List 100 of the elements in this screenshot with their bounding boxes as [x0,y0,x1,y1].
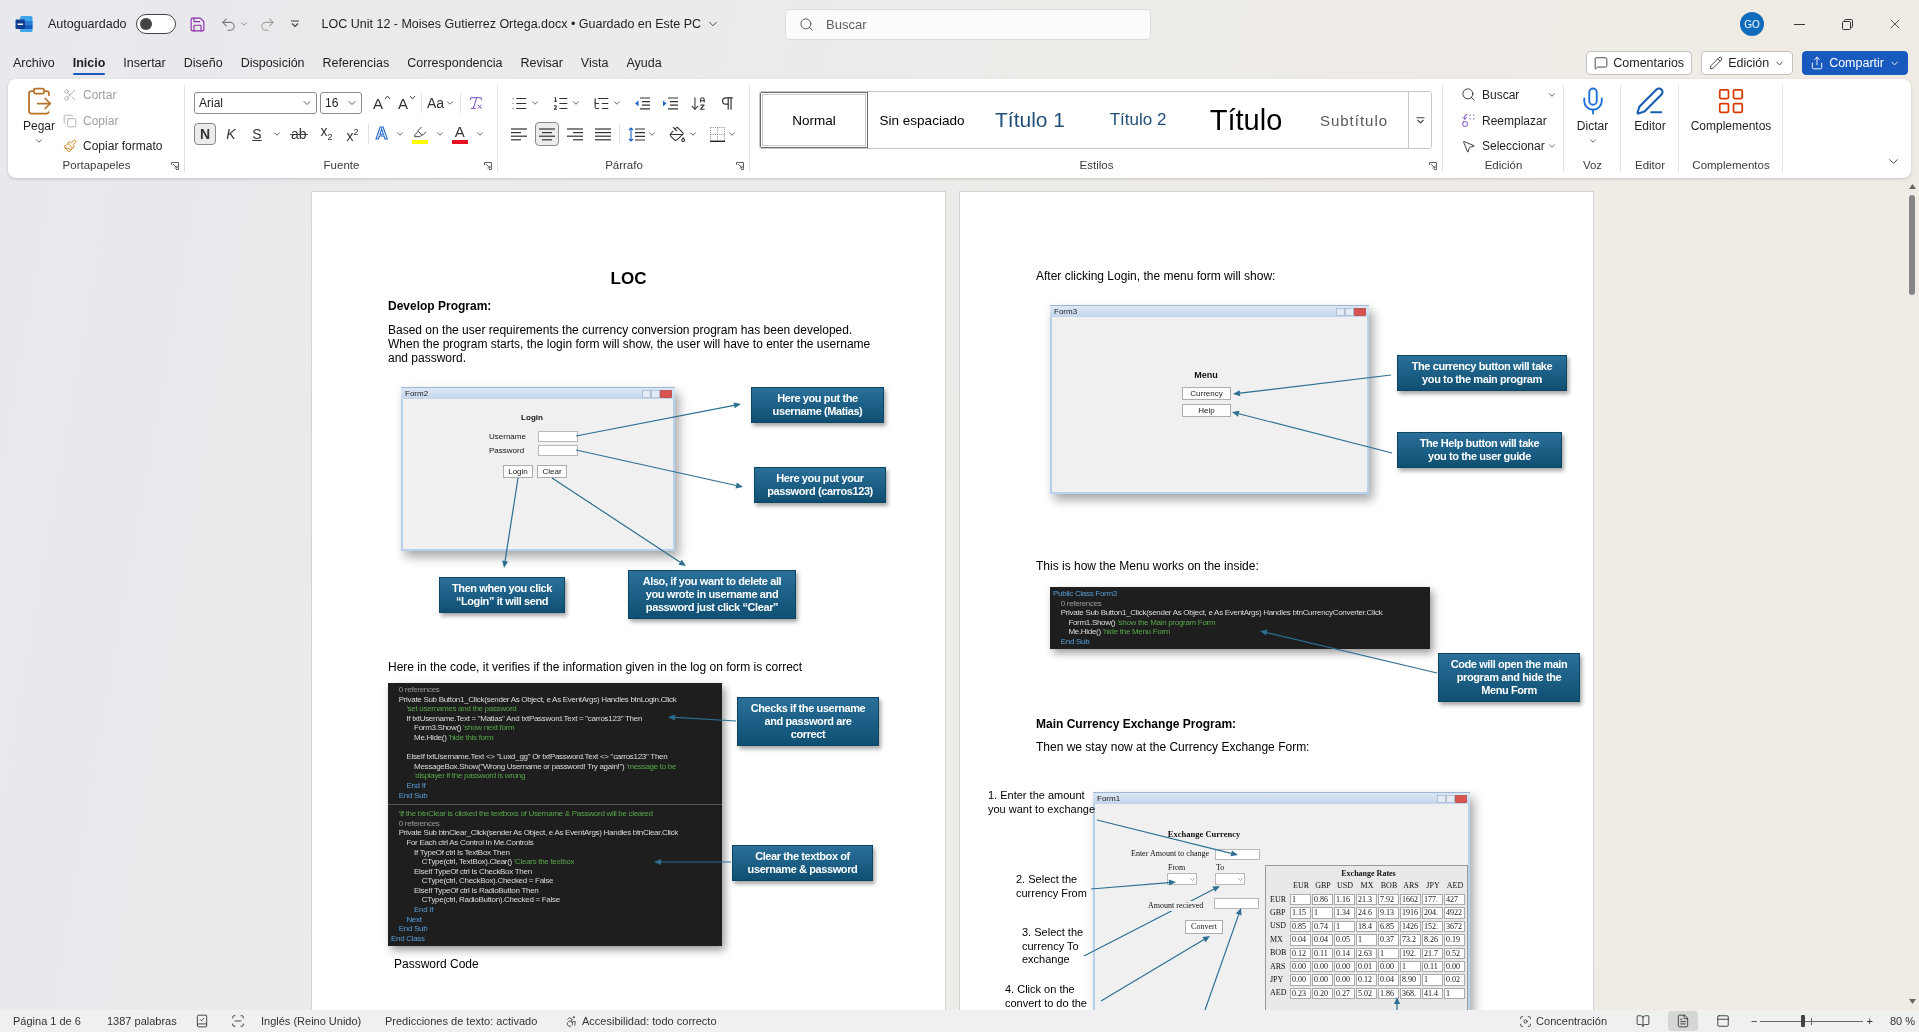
scissors-icon [63,87,78,102]
code-line: 0 references [397,685,440,695]
menu-tab[interactable]: Insertar [114,50,175,76]
document-title-button[interactable]: LOC Unit 12 - Moises Gutierrez Ortega.docx • Guardado en Este PC [321,15,721,33]
style-option[interactable]: Normal [760,92,868,148]
redo-icon [258,15,276,33]
print-layout-button[interactable] [1668,1011,1699,1031]
currency-label: GBP [1270,908,1286,919]
book-icon [1636,1014,1651,1028]
dialog-launcher-icon[interactable] [171,162,179,170]
zoom-out-button[interactable]: − [1748,1011,1761,1031]
zoom-slider[interactable] [1760,1015,1864,1027]
account-avatar[interactable]: GO [1740,12,1764,36]
add-ins-button[interactable]: Complementos [1686,82,1776,158]
change-case-button[interactable]: Aa [425,91,458,115]
rate-field: 0.01 [1356,960,1377,973]
code-line: Next [405,914,422,925]
dialog-launcher-icon[interactable] [484,162,492,170]
code-line: End If [413,905,434,915]
focus-button[interactable]: Concentración [1516,1011,1611,1031]
rate-field: 0.04 [1378,974,1399,986]
book-check-icon [195,1014,209,1028]
menu-tab[interactable]: Diseño [174,50,232,76]
font-size-field[interactable]: 16 [320,92,362,114]
body-paragraph: After clicking Login, the menu form will show: [1036,269,1276,283]
rate-field: 0.37 [1378,934,1399,946]
dialog-launcher-icon[interactable] [1429,162,1437,170]
chevron-icon [1190,877,1195,881]
scroll-up-icon[interactable] [1908,184,1916,189]
shrink-font-button[interactable]: A [396,91,419,115]
rate-field: 1.15 [1290,907,1311,919]
body-paragraph: Then we stay now at the Currency Exchange Form: [1036,740,1310,754]
currency-header: BOB [1380,881,1398,891]
focus-icon [1519,1014,1533,1028]
menu-tab[interactable]: Correspondencia [398,50,512,76]
scrollbar-thumb[interactable] [1909,195,1915,295]
italic-button[interactable]: K [220,123,242,145]
language-status[interactable]: Inglés (Reino Unido) [258,1011,365,1031]
currency-header: USD [1337,881,1353,891]
paste-button[interactable]: Pegar [19,82,60,158]
group-label: Portapapeles [62,159,131,171]
scroll-down-icon[interactable] [1908,999,1916,1004]
format-painter-button[interactable]: Copiar formato [59,135,167,157]
rate-field: 1 [1378,947,1399,959]
chevron-icon [1238,877,1243,881]
grow-font-button[interactable]: A [371,91,393,115]
currency-header: JPY [1426,881,1440,891]
currency-label: JPY [1270,975,1284,986]
font-color-button[interactable]: A [448,122,471,146]
select-button[interactable]: Seleccionar [1457,135,1562,157]
code-line: 'If the btnClear is clicked the textboxs of Username & Password will be cleared [397,809,653,819]
dialog-launcher-icon[interactable] [736,162,744,170]
page-count[interactable]: Página 1 de 6 [10,1011,84,1031]
replace-button[interactable]: Reemplazar [1457,109,1562,132]
zoom-in-button[interactable]: + [1863,1011,1876,1031]
chevron-icon [688,129,698,139]
dictate-button[interactable]: Dictar [1572,82,1613,158]
rate-field: 3672 [1444,920,1465,933]
expand-caret-icon [1415,116,1425,124]
rate-field: 0.00 [1334,960,1355,973]
menu-tab[interactable]: Referencias [313,50,399,76]
find-button[interactable]: Buscar [1457,84,1562,106]
grid-icon [1716,86,1746,116]
align-right-icon [567,127,583,141]
rate-field: 1916 [1400,907,1421,919]
pointer-arrow [1394,997,1400,1010]
highlighter-icon [412,124,427,139]
callout: Then when you click “Login” it will send [439,577,565,613]
share-button[interactable]: Compartir [1802,51,1908,75]
editing-mode-button[interactable]: Edición [1701,51,1794,75]
comments-button[interactable]: Comentarios [1586,51,1693,75]
group-label: Edición [1484,159,1523,171]
search-icon [1461,87,1476,103]
autosave-toggle[interactable] [135,14,176,34]
menu-tab[interactable]: Revisar [511,50,572,76]
bold-button[interactable]: N [194,123,216,145]
superscript-button[interactable]: x$^{2}$ [341,123,364,145]
code-line: End Sub [1059,636,1090,647]
align-center-button[interactable] [535,122,559,146]
font-name-field[interactable]: Arial [194,92,317,114]
subscript-button[interactable]: x$_{2}$ [315,123,338,145]
menu-tab[interactable]: Inicio [63,50,115,76]
menu-tab[interactable]: Ayuda [617,50,671,76]
underline-button[interactable]: S [246,123,268,145]
text-predictions-status[interactable]: Predicciones de texto: activado [382,1011,541,1031]
speech-bubble-icon [1594,56,1609,70]
word-count[interactable]: 1387 palabras [104,1011,180,1031]
menu-tab[interactable]: Archivo [4,50,64,76]
code-line: Private Sub Button1_Click(sender As Object, e As EventArgs) Handles btnCurrencyConverter.Click [1059,608,1383,618]
editor-button[interactable]: Editor [1630,82,1670,158]
search-field[interactable]: Buscar [785,8,1151,40]
callout: The currency button will take you to the main program [1397,355,1567,391]
code-line: CType(ctrl, TextBox).Clear() 'Clears the textbox [420,857,575,867]
code-line: Me.Hide() 'hide this form [413,732,494,743]
menu-tab[interactable]: Vista [571,50,618,76]
paint-bucket-icon [669,125,686,143]
zoom-slider-thumb[interactable] [1800,1015,1805,1027]
menu-tab[interactable]: Disposición [231,50,314,76]
accessibility-status[interactable]: Accesibilidad: todo correcto [562,1011,720,1031]
code-line: 0 references [1059,598,1102,609]
